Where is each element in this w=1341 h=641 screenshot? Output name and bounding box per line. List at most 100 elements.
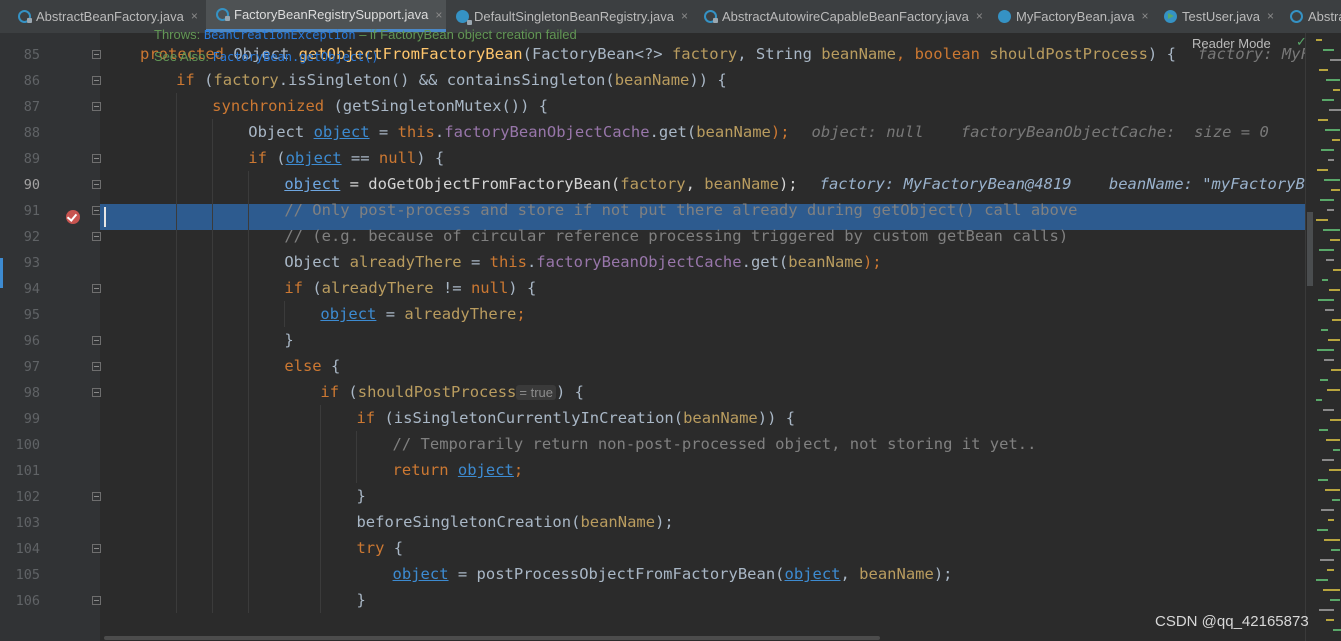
stripe-mark[interactable] [1324,179,1340,181]
stripe-mark[interactable] [1319,69,1328,71]
stripe-mark[interactable] [1325,309,1334,311]
line-number[interactable]: 96 [0,333,40,349]
stripe-mark[interactable] [1323,589,1340,591]
stripe-mark[interactable] [1329,109,1341,111]
line-number[interactable]: 99 [0,411,40,427]
stripe-mark[interactable] [1325,489,1340,491]
stripe-mark[interactable] [1323,409,1334,411]
stripe-mark[interactable] [1331,369,1341,371]
stripe-mark[interactable] [1321,509,1334,511]
error-stripe[interactable] [1305,33,1341,641]
stripe-mark[interactable] [1324,539,1340,541]
line-number[interactable]: 101 [0,463,40,479]
line-number[interactable]: 86 [0,73,40,89]
tab-abstra[interactable]: Abstra [1284,0,1341,32]
stripe-mark[interactable] [1323,229,1340,231]
stripe-mark[interactable] [1328,339,1340,341]
stripe-mark[interactable] [1330,419,1341,421]
line-number[interactable]: 89 [0,151,40,167]
line-number[interactable]: 85 [0,47,40,63]
stripe-mark[interactable] [1320,199,1334,201]
stripe-mark[interactable] [1317,529,1328,531]
line-number[interactable]: 87 [0,99,40,115]
stripe-mark[interactable] [1326,79,1340,81]
line-number[interactable]: 103 [0,515,40,531]
stripe-mark[interactable] [1330,59,1341,61]
line-number[interactable]: 95 [0,307,40,323]
stripe-mark[interactable] [1328,159,1334,161]
stripe-mark[interactable] [1333,449,1340,451]
stripe-mark[interactable] [1324,359,1334,361]
stripe-mark[interactable] [1319,429,1328,431]
line-number[interactable]: 94 [0,281,40,297]
stripe-mark[interactable] [1316,219,1328,221]
stripe-mark[interactable] [1317,169,1328,171]
line-number[interactable]: 105 [0,567,40,583]
stripe-mark[interactable] [1316,579,1328,581]
line-number[interactable]: 98 [0,385,40,401]
close-icon[interactable]: × [435,8,442,22]
stripe-mark[interactable] [1320,379,1328,381]
javadoc-see-link[interactable]: FactoryBean.getObject() [213,50,379,64]
tab-testuser[interactable]: TestUser.java × [1158,0,1284,32]
stripe-mark[interactable] [1333,89,1340,91]
stripe-mark[interactable] [1332,319,1341,321]
close-icon[interactable]: × [191,9,198,23]
stripe-mark[interactable] [1316,399,1322,401]
stripe-mark[interactable] [1327,569,1334,571]
stripe-mark[interactable] [1322,279,1328,281]
stripe-mark[interactable] [1318,479,1328,481]
stripe-mark[interactable] [1326,439,1340,441]
editor-gutter[interactable]: 85 86 87 88 89 90 91 92 93 94 95 96 97 98 99 100 101 102 1… [0,33,101,641]
stripe-mark[interactable] [1329,469,1341,471]
stripe-mark[interactable] [1326,259,1334,261]
stripe-mark[interactable] [1318,299,1334,301]
line-number[interactable]: 100 [0,437,40,453]
stripe-mark[interactable] [1327,209,1334,211]
stripe-mark[interactable] [1319,249,1334,251]
breakpoint-icon[interactable] [66,210,80,224]
javadoc-throws-link[interactable]: BeanCreationException [204,28,356,42]
line-number[interactable]: 97 [0,359,40,375]
close-icon[interactable]: × [681,9,688,23]
close-icon[interactable]: × [1142,9,1149,23]
stripe-mark[interactable] [1317,349,1334,351]
stripe-mark[interactable] [1320,559,1334,561]
line-number[interactable]: 102 [0,489,40,505]
horizontal-scrollbar[interactable] [104,636,880,640]
vertical-scrollbar-thumb[interactable] [1307,212,1313,286]
stripe-mark[interactable] [1328,519,1334,521]
stripe-mark[interactable] [1319,609,1334,611]
stripe-mark[interactable] [1321,329,1328,331]
stripe-mark[interactable] [1331,549,1340,551]
code-editor[interactable]: protected Object getObjectFromFactoryBea… [100,33,1305,641]
line-number[interactable]: 104 [0,541,40,557]
tab-abstractautowirecapablebeanfactory[interactable]: AbstractAutowireCapableBeanFactory.java … [696,0,986,32]
stripe-mark[interactable] [1316,39,1322,41]
stripe-mark[interactable] [1322,459,1334,461]
stripe-mark[interactable] [1327,389,1340,391]
stripe-mark[interactable] [1321,149,1334,151]
line-number[interactable]: 88 [0,125,40,141]
stripe-mark[interactable] [1325,129,1340,131]
line-number[interactable]: 92 [0,229,40,245]
line-number[interactable]: 106 [0,593,40,609]
close-icon[interactable]: × [976,9,983,23]
reader-mode-button[interactable]: Reader Mode [1192,36,1271,51]
stripe-mark[interactable] [1322,99,1334,101]
stripe-mark[interactable] [1333,269,1341,271]
close-icon[interactable]: × [1267,9,1274,23]
stripe-mark[interactable] [1332,139,1340,141]
line-number[interactable]: 93 [0,255,40,271]
stripe-mark[interactable] [1329,289,1340,291]
tab-myfactorybean[interactable]: MyFactoryBean.java × [992,0,1152,32]
stripe-mark[interactable] [1333,629,1341,631]
stripe-mark[interactable] [1330,599,1340,601]
stripe-mark[interactable] [1331,189,1340,191]
stripe-mark[interactable] [1323,49,1334,51]
stripe-mark[interactable] [1326,619,1334,621]
stripe-mark[interactable] [1332,499,1340,501]
stripe-mark[interactable] [1330,239,1340,241]
line-number[interactable]: 90 [0,177,40,193]
line-number[interactable]: 91 [0,203,40,219]
